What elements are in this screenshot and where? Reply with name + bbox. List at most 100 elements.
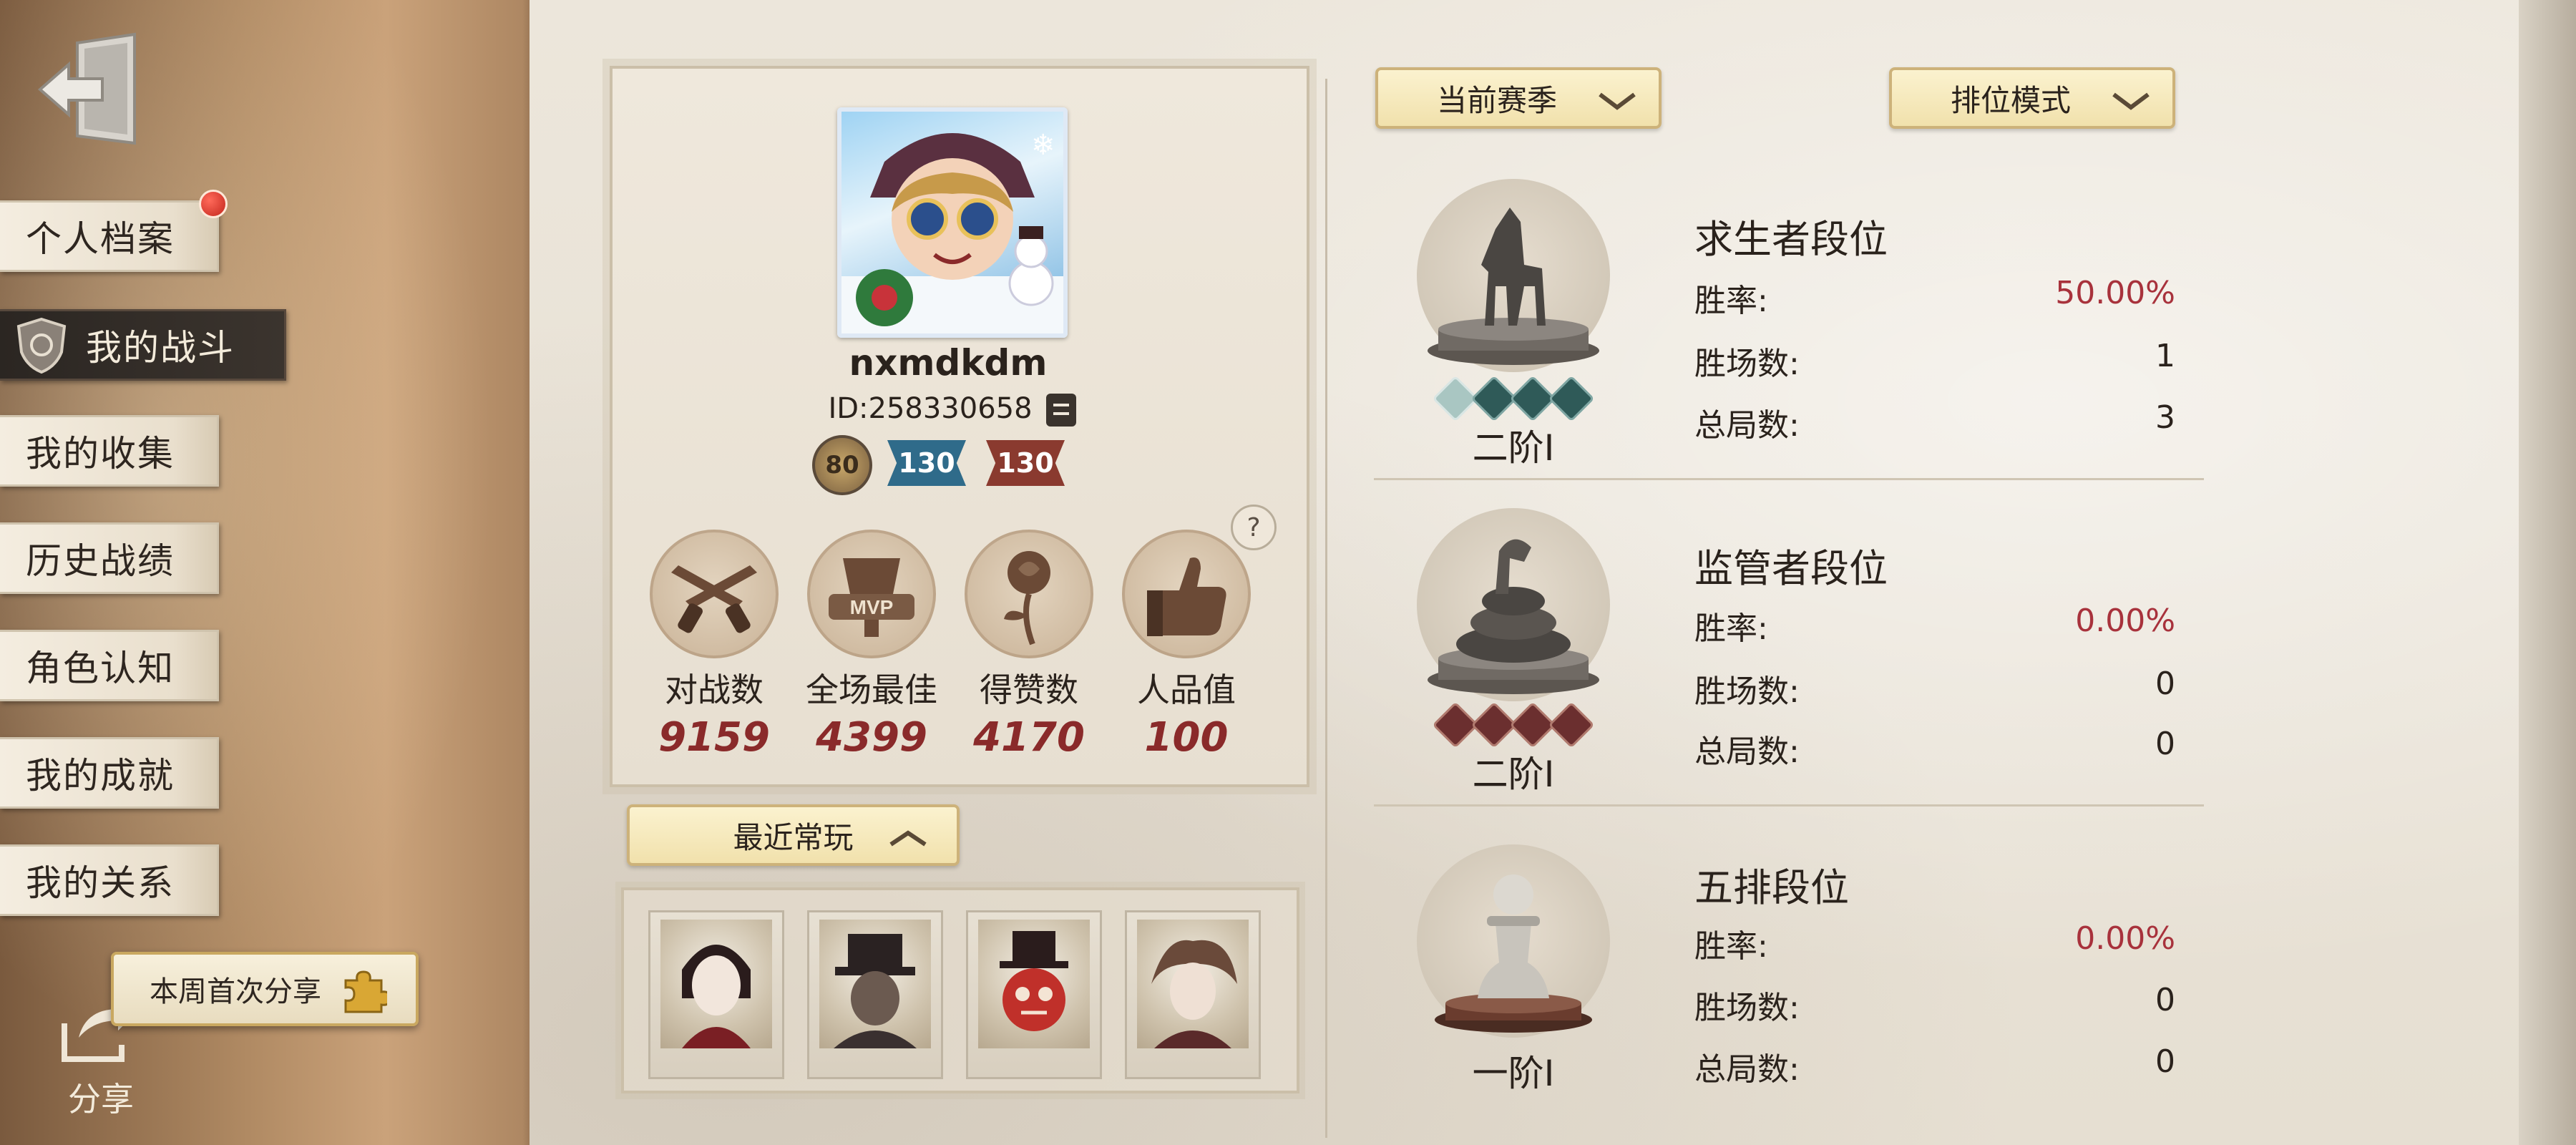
- thumbs-up-icon: [1122, 530, 1251, 658]
- column-divider: [1325, 79, 1327, 1138]
- copy-id-icon[interactable]: [1046, 394, 1076, 427]
- menu-label: 个人档案: [26, 218, 175, 260]
- svg-text:MVP: MVP: [850, 596, 894, 618]
- five-player-winrate: 0.00%: [2075, 920, 2175, 957]
- winrate-label: 胜率:: [1694, 610, 1768, 647]
- stat-value: 4399: [816, 714, 927, 761]
- stat-reputation: 人品值 100: [1115, 530, 1258, 761]
- five-player-total: 0: [2155, 1043, 2175, 1080]
- avatar[interactable]: ❄: [837, 107, 1068, 338]
- hunter-rank-badge: 130: [986, 440, 1065, 486]
- total-label: 总局数:: [1694, 734, 1800, 770]
- character-portrait-1: [660, 920, 772, 1048]
- row-divider: [1374, 478, 2204, 480]
- five-player-tier: 一阶Ⅰ: [1472, 1053, 1555, 1094]
- stat-mvp: MVP 全场最佳 4399: [800, 530, 943, 761]
- menu-item-collection[interactable]: 我的收集: [0, 415, 219, 487]
- svg-text:❄: ❄: [1031, 129, 1055, 162]
- hunter-rank-title: 监管者段位: [1694, 546, 1888, 591]
- wins-label: 胜场数:: [1694, 673, 1800, 710]
- level-badge: 80: [812, 435, 872, 495]
- share-tip-text: 本周首次分享: [150, 975, 321, 1008]
- season-dropdown-label: 当前赛季: [1436, 82, 1557, 118]
- winrate-label: 胜率:: [1694, 283, 1768, 319]
- mode-dropdown-label: 排位模式: [1950, 82, 2071, 118]
- stat-label: 得赞数: [980, 671, 1078, 709]
- hunter-total: 0: [2155, 726, 2175, 762]
- shield-emblem-icon: [16, 317, 67, 374]
- stat-likes: 得赞数 4170: [957, 530, 1101, 761]
- stat-value: 100: [1144, 714, 1229, 761]
- chevron-up-icon: [889, 830, 927, 847]
- hunter-rank-value: 130: [997, 447, 1054, 479]
- avatar-image: ❄: [841, 129, 1063, 333]
- horse-trophy-icon: [1428, 208, 1599, 365]
- recent-character-card[interactable]: [807, 910, 943, 1079]
- menu-item-history[interactable]: 历史战绩: [0, 522, 219, 594]
- level-value: 80: [825, 451, 859, 479]
- character-portrait-3: [978, 920, 1090, 1048]
- notification-dot: [199, 190, 228, 218]
- five-player-wins: 0: [2155, 982, 2175, 1018]
- stat-value: 9159: [658, 714, 770, 761]
- mode-dropdown[interactable]: 排位模式: [1889, 67, 2175, 129]
- menu-label: 我的收集: [26, 433, 175, 474]
- survivor-tier: 二阶Ⅰ: [1472, 427, 1555, 469]
- survivor-rank-badge: 130: [887, 440, 966, 486]
- menu-label: 我的成就: [26, 755, 175, 796]
- page-edge: [2519, 0, 2576, 1145]
- character-portrait-4: [1137, 920, 1249, 1048]
- stat-value: 4170: [973, 714, 1085, 761]
- hunter-trophy: [1417, 508, 1610, 701]
- menu-item-achievements[interactable]: 我的成就: [0, 737, 219, 809]
- menu-item-character-mastery[interactable]: 角色认知: [0, 630, 219, 701]
- survivor-total: 3: [2155, 399, 2175, 436]
- stat-matches: 对战数 9159: [643, 530, 786, 761]
- recent-character-card[interactable]: [648, 910, 784, 1079]
- total-label: 总局数:: [1694, 407, 1800, 444]
- crossed-guns-icon: [650, 530, 779, 658]
- pawn-trophy-icon: [1435, 874, 1592, 1033]
- stat-label: 人品值: [1137, 671, 1236, 709]
- season-dropdown[interactable]: 当前赛季: [1375, 67, 1662, 129]
- survivor-rank-value: 130: [898, 447, 955, 479]
- hunter-winrate: 0.00%: [2075, 603, 2175, 639]
- hunter-wins: 0: [2155, 666, 2175, 702]
- menu-item-profile[interactable]: 个人档案: [0, 200, 219, 272]
- survivor-winrate: 50.00%: [2055, 275, 2175, 311]
- total-label: 总局数:: [1694, 1051, 1800, 1088]
- star-icon: [1548, 375, 1595, 422]
- recent-played-label: 最近常玩: [733, 819, 854, 855]
- survivor-stars: [1417, 375, 1610, 422]
- menu-label: 历史战绩: [26, 540, 175, 582]
- player-name: nxmdkdm: [849, 342, 1048, 384]
- row-divider: [1374, 804, 2204, 807]
- wins-label: 胜场数:: [1694, 346, 1800, 382]
- survivor-wins: 1: [2155, 338, 2175, 374]
- stat-label: 全场最佳: [806, 671, 937, 709]
- recent-character-card[interactable]: [1125, 910, 1261, 1079]
- survivor-rank-title: 求生者段位: [1694, 217, 1888, 262]
- hunter-stars: [1417, 701, 1610, 749]
- exit-icon[interactable]: [34, 29, 149, 150]
- wins-label: 胜场数:: [1694, 990, 1800, 1026]
- menu-label: 我的战斗: [86, 327, 235, 369]
- menu-label: 角色认知: [26, 648, 175, 689]
- serpent-trophy-icon: [1428, 539, 1599, 694]
- menu-item-relations[interactable]: 我的关系: [0, 844, 219, 916]
- star-icon: [1548, 701, 1595, 749]
- character-portrait-2: [819, 920, 931, 1048]
- five-player-trophy: [1417, 844, 1610, 1038]
- player-id: ID:258330658: [828, 392, 1033, 425]
- recent-character-card[interactable]: [966, 910, 1102, 1079]
- chevron-down-icon: [1599, 92, 1636, 110]
- share-label: 分享: [68, 1080, 134, 1119]
- survivor-trophy: [1417, 179, 1610, 372]
- rose-icon: [965, 530, 1093, 658]
- menu-label: 我的关系: [26, 862, 175, 904]
- chevron-down-icon: [2112, 92, 2150, 110]
- puzzle-piece-icon: [344, 970, 387, 1013]
- recent-played-toggle[interactable]: 最近常玩: [627, 804, 960, 866]
- hunter-tier: 二阶Ⅰ: [1472, 754, 1555, 795]
- share-reward-tip[interactable]: 本周首次分享: [111, 952, 419, 1026]
